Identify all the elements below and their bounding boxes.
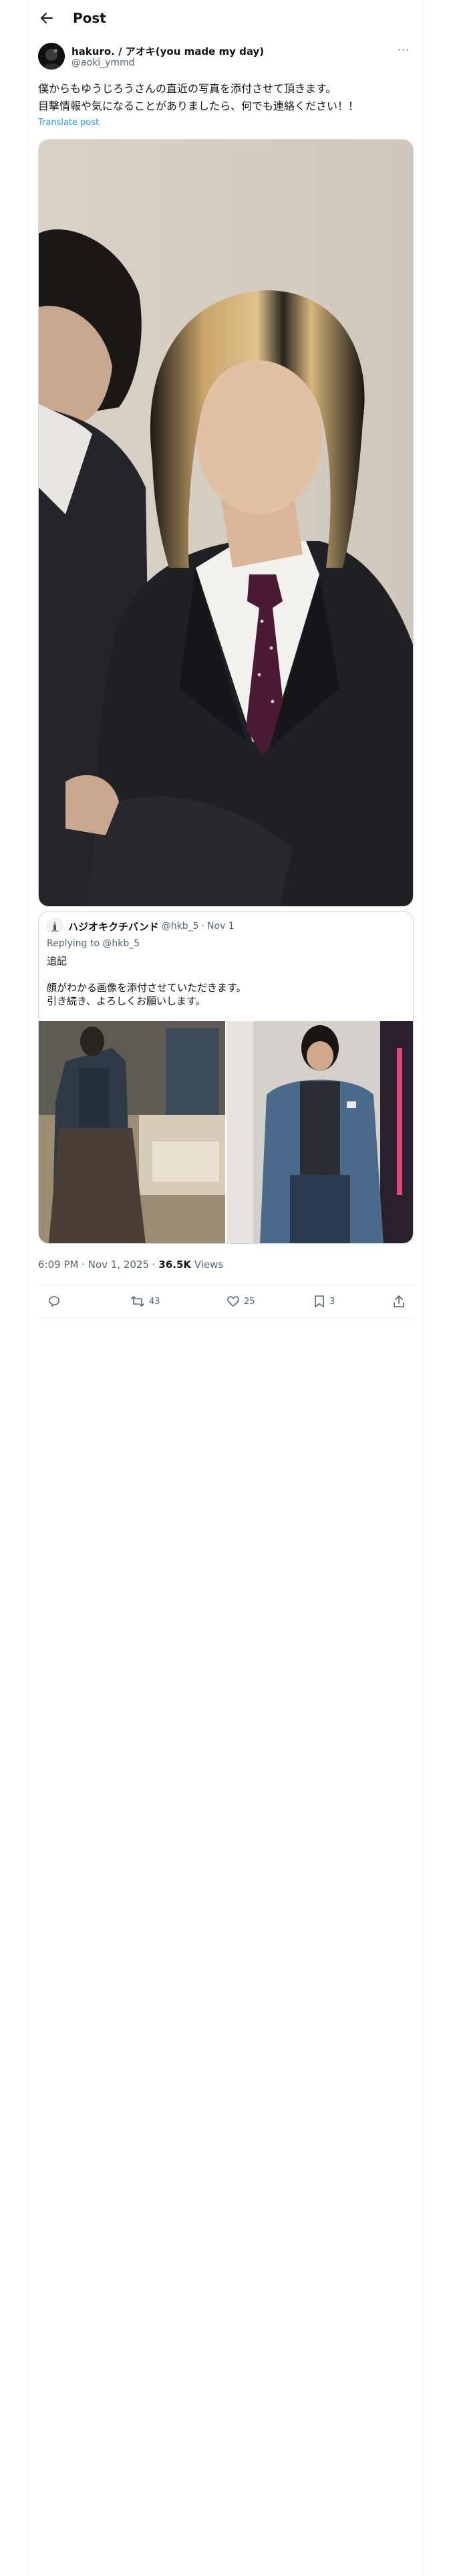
quoted-author-name: ハジオキクチバンド <box>68 920 159 933</box>
author-name[interactable]: hakuro. / アオキ(you made my day) <box>71 44 264 58</box>
tweet-line: 目撃情報や気になることがありましたら、何でも連絡ください！！ <box>38 100 359 112</box>
quoted-author-handle: @hkb_5 <box>161 921 199 932</box>
post-timestamp[interactable]: 6:09 PM · Nov 1, 2025 <box>38 1259 149 1271</box>
reply-icon <box>49 1296 59 1307</box>
replying-to: Replying to @hkb_5 <box>47 938 140 949</box>
replying-to-mention: @hkb_5 <box>102 938 140 949</box>
quoted-post-text: 追記 顔がわかる画像を添付させていただきます。 引き続き、よろしくお願いします。 <box>47 954 247 1008</box>
share-icon <box>394 1295 404 1307</box>
back-button[interactable] <box>35 7 58 29</box>
repost-icon <box>131 1296 144 1307</box>
tweet-photo[interactable] <box>38 139 414 907</box>
action-bar: 43 25 3 <box>38 1284 414 1319</box>
quoted-post-header: ハジオキクチバンド @hkb_5 · Nov 1 <box>47 918 237 934</box>
quoted-line: 引き続き、よろしくお願いします。 <box>47 995 206 1007</box>
bookmark-icon <box>315 1295 324 1307</box>
translate-post-link[interactable]: Translate post <box>38 118 99 128</box>
tweet-text: 僕からもゆうじろうさんの直近の写真を添付させて頂きます。 目撃情報や気になること… <box>38 80 419 115</box>
bookmark-button[interactable]: 3 <box>313 1285 335 1318</box>
like-button[interactable]: 25 <box>227 1285 255 1318</box>
views-label: Views <box>194 1259 224 1271</box>
quoted-author-avatar <box>47 918 63 934</box>
repost-count: 43 <box>149 1296 160 1307</box>
page-title: Post <box>73 9 106 26</box>
views-count: 36.5K <box>158 1259 192 1271</box>
author-avatar[interactable] <box>38 43 65 70</box>
heart-icon <box>227 1296 239 1307</box>
more-options-button[interactable]: ··· <box>394 43 414 56</box>
portrait-photo <box>39 140 413 906</box>
quoted-image-2[interactable] <box>227 1021 413 1243</box>
top-bar: Post <box>27 0 423 35</box>
quoted-separator: · <box>201 921 204 932</box>
replying-to-label: Replying to <box>47 938 100 949</box>
main-column: Post hakuro. / アオキ(you made my day) @aok… <box>27 0 424 2576</box>
author-row: hakuro. / アオキ(you made my day) @aoki_ymm… <box>38 43 414 72</box>
quoted-line: 顔がわかる画像を添付させていただきます。 <box>47 982 247 994</box>
quoted-post-images <box>39 1021 413 1243</box>
quoted-post[interactable]: ハジオキクチバンド @hkb_5 · Nov 1 Replying to @hk… <box>38 911 414 1244</box>
post-meta: 6:09 PM · Nov 1, 2025 · 36.5K Views <box>38 1259 223 1271</box>
arrow-left-icon <box>41 12 53 23</box>
author-handle[interactable]: @aoki_ymmd <box>71 58 135 68</box>
share-button[interactable] <box>392 1285 410 1318</box>
quoted-line: 追記 <box>47 955 67 967</box>
meta-separator: · <box>152 1259 156 1271</box>
repost-button[interactable]: 43 <box>130 1285 160 1318</box>
quoted-date: Nov 1 <box>207 921 235 932</box>
quoted-line <box>47 968 247 981</box>
reply-button[interactable] <box>47 1285 65 1318</box>
tweet-line: 僕からもゆうじろうさんの直近の写真を添付させて頂きます。 <box>38 82 337 95</box>
bookmark-count: 3 <box>329 1296 335 1307</box>
like-count: 25 <box>244 1296 255 1307</box>
quoted-image-1[interactable] <box>39 1021 225 1243</box>
